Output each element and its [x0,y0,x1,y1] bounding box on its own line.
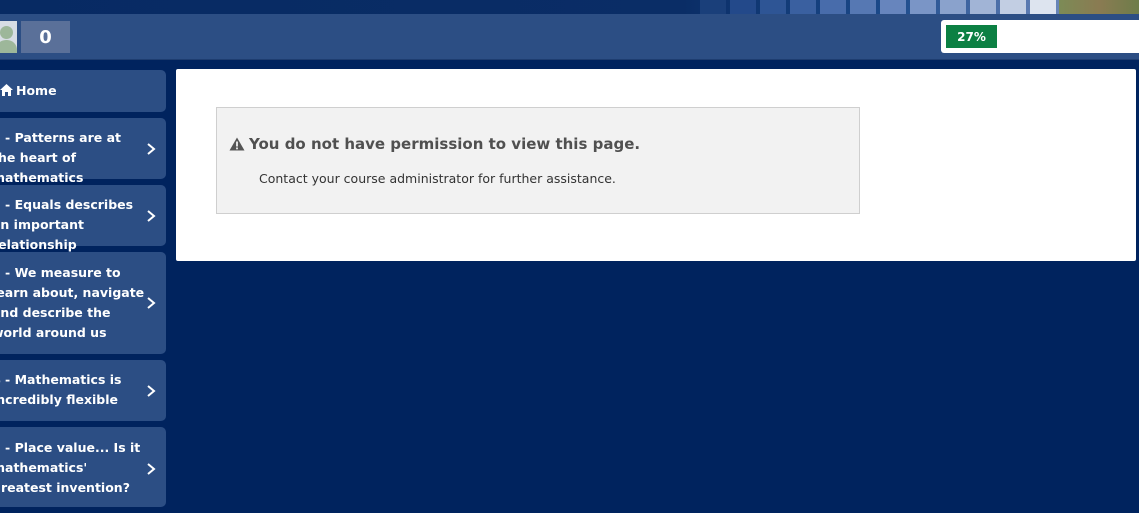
banner-photo [1059,0,1139,14]
sidebar-item-label: Home [16,83,57,98]
course-progress-bar: 27% [941,20,1139,53]
progress-fill: 27% [946,25,997,48]
sidebar-item-module-5[interactable]: 5 - Place value... Is it mathematics' gr… [0,427,166,507]
chevron-right-icon [147,142,156,155]
header-banner [0,0,1139,14]
sidebar-item-label: 1 - Patterns are at the heart of mathema… [0,130,121,185]
chevron-right-icon [147,209,156,222]
points-counter[interactable]: 0 [21,21,70,53]
main-content: You do not have permission to view this … [176,69,1136,261]
warning-icon [229,137,245,151]
permission-alert: You do not have permission to view this … [216,107,860,214]
sidebar-nav: Home 1 - Patterns are at the heart of ma… [0,70,166,513]
sidebar-item-module-3[interactable]: 3 - We measure to learn about, navigate … [0,252,166,354]
alert-title: You do not have permission to view this … [249,135,641,153]
sidebar-item-home[interactable]: Home [0,70,166,112]
alert-message: Contact your course administrator for fu… [259,171,616,186]
home-icon [0,84,13,96]
chevron-right-icon [147,297,156,309]
sidebar-item-label: 5 - Place value... Is it mathematics' gr… [0,440,141,495]
sidebar-item-module-2[interactable]: 2 - Equals describes an important relati… [0,185,166,252]
top-header: 0 27% [0,14,1139,60]
chevron-right-icon [147,463,156,475]
sidebar-item-label: 4 - Mathematics is incredibly flexible [0,372,122,407]
sidebar-item-label: 3 - We measure to learn about, navigate … [0,265,145,340]
avatar[interactable] [0,21,17,53]
sidebar-item-label: 2 - Equals describes an important relati… [0,197,134,252]
sidebar-item-module-4[interactable]: 4 - Mathematics is incredibly flexible [0,360,166,421]
chevron-right-icon [147,384,156,397]
sidebar-item-module-1[interactable]: 1 - Patterns are at the heart of mathema… [0,118,166,185]
